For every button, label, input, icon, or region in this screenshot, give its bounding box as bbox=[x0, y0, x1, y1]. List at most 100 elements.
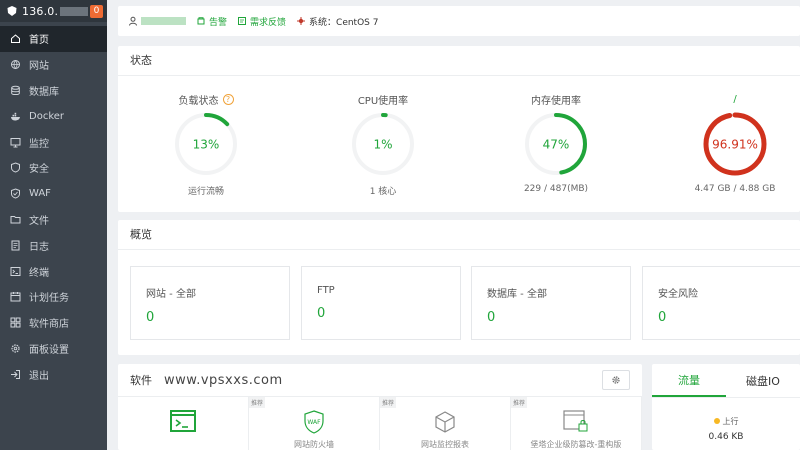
docker-icon bbox=[10, 111, 21, 122]
sidebar-item-4[interactable]: 监控 bbox=[0, 129, 107, 155]
software-settings-button[interactable] bbox=[602, 370, 630, 390]
folder-icon bbox=[10, 214, 21, 225]
gauge-title: / bbox=[733, 93, 737, 105]
sidebar-item-2[interactable]: 数据库 bbox=[0, 78, 107, 104]
sidebar-item-6[interactable]: WAF bbox=[0, 181, 107, 207]
overview-box-3[interactable]: 安全风险 0 bbox=[642, 266, 800, 340]
software-item-report[interactable]: 推荐 网站监控报表 bbox=[380, 397, 511, 450]
sidebar-item-9[interactable]: 终端 bbox=[0, 258, 107, 284]
log-icon bbox=[10, 240, 21, 251]
tab-disk-io[interactable]: 磁盘IO bbox=[726, 364, 800, 397]
gauge-ring: 47% bbox=[525, 113, 587, 175]
waf-shield-icon bbox=[10, 188, 21, 199]
sidebar-item-3[interactable]: Docker bbox=[0, 103, 107, 129]
calendar-icon bbox=[10, 291, 21, 302]
overview-label: 安全风险 bbox=[658, 289, 698, 300]
overview-value: 0 bbox=[658, 310, 667, 325]
user-info[interactable] bbox=[128, 16, 186, 26]
sidebar-item-5[interactable]: 安全 bbox=[0, 155, 107, 181]
gauge-value: 47% bbox=[543, 138, 570, 152]
main-content: 告警 需求反馈 系统：CentOS 7 状态 负载状态? 13% 运行流畅 CPU使用… bbox=[118, 0, 800, 450]
system-icon bbox=[297, 17, 306, 25]
recommend-tag: 推荐 bbox=[249, 397, 266, 408]
alert-link[interactable]: 告警 bbox=[196, 15, 227, 28]
terminal-icon bbox=[10, 266, 21, 277]
monitor-icon bbox=[10, 137, 21, 148]
gauge-2[interactable]: 内存使用率 47% 229 / 487(MB) bbox=[491, 76, 621, 195]
sidebar-item-label: 数据库 bbox=[29, 86, 59, 98]
recommend-tag: 推荐 bbox=[511, 397, 528, 408]
sidebar-item-11[interactable]: 软件商店 bbox=[0, 310, 107, 336]
server-ip: 136.0. bbox=[22, 4, 59, 18]
sidebar-item-label: 软件商店 bbox=[29, 319, 69, 331]
help-icon[interactable]: ? bbox=[222, 93, 234, 105]
sidebar-item-label: 退出 bbox=[29, 370, 49, 382]
sidebar-item-12[interactable]: 面板设置 bbox=[0, 336, 107, 362]
overview-title: 概览 bbox=[118, 220, 800, 250]
recommend-tag: 推荐 bbox=[380, 397, 397, 408]
gauge-ring: 1% bbox=[352, 113, 414, 175]
sidebar-item-label: 文件 bbox=[29, 215, 49, 227]
overview-label: 数据库 - 全部 bbox=[487, 289, 547, 300]
gauge-value: 13% bbox=[193, 138, 220, 152]
overview-box-0[interactable]: 网站 - 全部 0 bbox=[130, 266, 290, 340]
system-info: 系统：CentOS 7 bbox=[296, 15, 378, 28]
sidebar-item-label: 面板设置 bbox=[29, 344, 69, 356]
sidebar-item-label: 终端 bbox=[29, 267, 49, 279]
bell-icon bbox=[197, 17, 205, 25]
upload-value: 0.46 KB bbox=[708, 432, 744, 442]
sidebar-item-label: WAF bbox=[29, 188, 51, 200]
tab-traffic[interactable]: 流量 bbox=[652, 364, 726, 397]
sidebar-item-13[interactable]: 退出 bbox=[0, 361, 107, 387]
sidebar-item-7[interactable]: 文件 bbox=[0, 207, 107, 233]
overview-value: 0 bbox=[317, 306, 326, 321]
gauge-1[interactable]: CPU使用率 1% 1 核心 bbox=[318, 76, 448, 197]
software-item-terminal[interactable] bbox=[118, 397, 249, 450]
sidebar-item-label: 网站 bbox=[29, 61, 49, 73]
database-icon bbox=[10, 85, 21, 96]
gauge-sub: 229 / 487(MB) bbox=[523, 184, 589, 194]
server-header: 136.0. 0 bbox=[0, 0, 107, 22]
software-item-name: 网站监控报表 bbox=[421, 440, 469, 449]
software-title: 软件 bbox=[130, 374, 152, 387]
status-card: 状态 负载状态? 13% 运行流畅 CPU使用率 1% 1 核心 内存使用率 47% 229 /… bbox=[118, 46, 800, 212]
overview-label: FTP bbox=[317, 285, 335, 296]
sidebar-item-8[interactable]: 日志 bbox=[0, 232, 107, 258]
gauge-title: CPU使用率 bbox=[357, 95, 409, 107]
feedback-link[interactable]: 需求反馈 bbox=[237, 15, 286, 28]
software-item-tamper[interactable]: 推荐 堡塔企业级防篡改-重构版 bbox=[511, 397, 642, 450]
message-badge[interactable]: 0 bbox=[90, 4, 103, 18]
upload-legend: 上行 bbox=[713, 416, 739, 427]
sidebar-item-0[interactable]: 首页 bbox=[0, 26, 107, 52]
overview-box-2[interactable]: 数据库 - 全部 0 bbox=[471, 266, 631, 340]
sidebar-item-label: 计划任务 bbox=[29, 293, 69, 305]
upload-label: 上行 bbox=[722, 416, 739, 426]
gauge-ring: 96.91% bbox=[703, 112, 767, 176]
globe-icon bbox=[10, 59, 21, 70]
sidebar-item-10[interactable]: 计划任务 bbox=[0, 284, 107, 310]
home-icon bbox=[10, 33, 21, 44]
software-item-name: 网站防火墙 bbox=[294, 440, 334, 449]
apps-icon bbox=[10, 317, 21, 328]
gauge-ring: 13% bbox=[175, 113, 237, 175]
gauge-sub: 运行流畅 bbox=[187, 187, 224, 197]
gauge-title: 负载状态 bbox=[178, 95, 219, 107]
gauges: 负载状态? 13% 运行流畅 CPU使用率 1% 1 核心 内存使用率 47% 229 / 48… bbox=[118, 76, 800, 212]
gauge-sub: 1 核心 bbox=[369, 187, 397, 197]
software-item-waf[interactable]: 推荐 WAF 网站防火墙 bbox=[249, 397, 380, 450]
logout-icon bbox=[10, 369, 21, 380]
software-card: 软件 www.vpsxxs.com 推荐 WAF 网站防火墙 推荐 网站监控报表 bbox=[118, 364, 642, 450]
shield-icon bbox=[10, 162, 21, 173]
status-title: 状态 bbox=[118, 46, 800, 76]
gauge-0[interactable]: 负载状态? 13% 运行流畅 bbox=[141, 76, 271, 197]
gauge-3[interactable]: / 96.91% 4.47 GB / 4.88 GB bbox=[670, 76, 800, 195]
sidebar-item-1[interactable]: 网站 bbox=[0, 52, 107, 78]
sidebar-item-label: Docker bbox=[29, 110, 65, 122]
gauge-sub: 4.47 GB / 4.88 GB bbox=[694, 184, 776, 194]
overview-value: 0 bbox=[146, 310, 155, 325]
overview-box-1[interactable]: FTP 0 bbox=[301, 266, 461, 340]
sidebar-item-label: 日志 bbox=[29, 241, 49, 253]
alert-label: 告警 bbox=[209, 17, 228, 28]
upload-dot bbox=[713, 418, 720, 424]
software-item-name: 堡塔企业级防篡改-重构版 bbox=[530, 440, 622, 449]
